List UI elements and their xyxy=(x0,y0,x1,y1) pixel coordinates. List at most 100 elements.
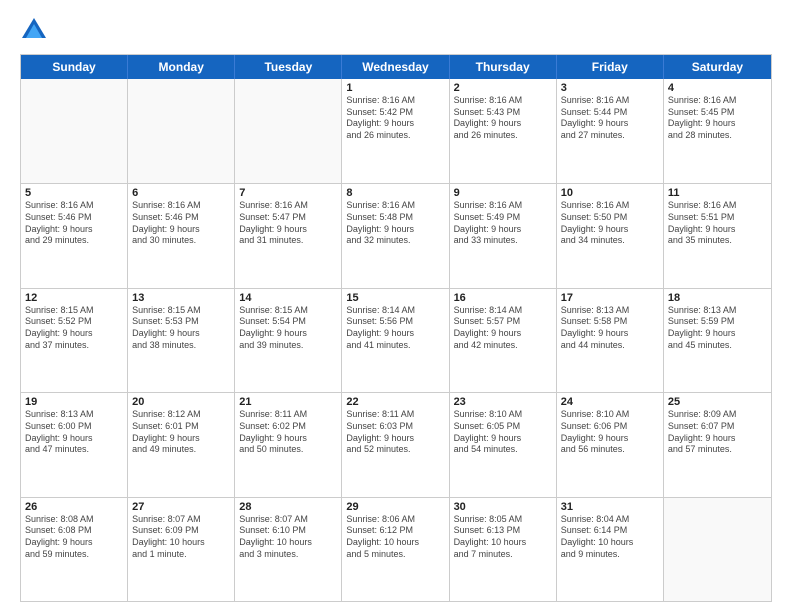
calendar-body: 1Sunrise: 8:16 AM Sunset: 5:42 PM Daylig… xyxy=(21,79,771,601)
calendar-cell xyxy=(21,79,128,183)
calendar-cell xyxy=(235,79,342,183)
cell-info: Sunrise: 8:04 AM Sunset: 6:14 PM Dayligh… xyxy=(561,514,659,561)
day-number: 4 xyxy=(668,82,767,94)
calendar-cell: 13Sunrise: 8:15 AM Sunset: 5:53 PM Dayli… xyxy=(128,289,235,392)
calendar-cell: 24Sunrise: 8:10 AM Sunset: 6:06 PM Dayli… xyxy=(557,393,664,496)
day-number: 12 xyxy=(25,292,123,304)
cell-info: Sunrise: 8:16 AM Sunset: 5:44 PM Dayligh… xyxy=(561,95,659,142)
cell-info: Sunrise: 8:08 AM Sunset: 6:08 PM Dayligh… xyxy=(25,514,123,561)
calendar-cell: 9Sunrise: 8:16 AM Sunset: 5:49 PM Daylig… xyxy=(450,184,557,287)
day-number: 16 xyxy=(454,292,552,304)
day-number: 24 xyxy=(561,396,659,408)
calendar-cell: 7Sunrise: 8:16 AM Sunset: 5:47 PM Daylig… xyxy=(235,184,342,287)
cell-info: Sunrise: 8:16 AM Sunset: 5:49 PM Dayligh… xyxy=(454,200,552,247)
cell-info: Sunrise: 8:16 AM Sunset: 5:46 PM Dayligh… xyxy=(25,200,123,247)
calendar-row: 26Sunrise: 8:08 AM Sunset: 6:08 PM Dayli… xyxy=(21,497,771,601)
day-number: 21 xyxy=(239,396,337,408)
calendar-header: SundayMondayTuesdayWednesdayThursdayFrid… xyxy=(21,55,771,79)
cell-info: Sunrise: 8:16 AM Sunset: 5:50 PM Dayligh… xyxy=(561,200,659,247)
cell-info: Sunrise: 8:16 AM Sunset: 5:46 PM Dayligh… xyxy=(132,200,230,247)
calendar-cell: 30Sunrise: 8:05 AM Sunset: 6:13 PM Dayli… xyxy=(450,498,557,601)
cell-info: Sunrise: 8:13 AM Sunset: 6:00 PM Dayligh… xyxy=(25,409,123,456)
day-number: 29 xyxy=(346,501,444,513)
weekday-header: Sunday xyxy=(21,55,128,79)
cell-info: Sunrise: 8:09 AM Sunset: 6:07 PM Dayligh… xyxy=(668,409,767,456)
calendar-cell: 8Sunrise: 8:16 AM Sunset: 5:48 PM Daylig… xyxy=(342,184,449,287)
calendar-row: 12Sunrise: 8:15 AM Sunset: 5:52 PM Dayli… xyxy=(21,288,771,392)
page: SundayMondayTuesdayWednesdayThursdayFrid… xyxy=(0,0,792,612)
day-number: 11 xyxy=(668,187,767,199)
cell-info: Sunrise: 8:05 AM Sunset: 6:13 PM Dayligh… xyxy=(454,514,552,561)
day-number: 18 xyxy=(668,292,767,304)
calendar-cell: 1Sunrise: 8:16 AM Sunset: 5:42 PM Daylig… xyxy=(342,79,449,183)
day-number: 6 xyxy=(132,187,230,199)
cell-info: Sunrise: 8:11 AM Sunset: 6:02 PM Dayligh… xyxy=(239,409,337,456)
weekday-header: Wednesday xyxy=(342,55,449,79)
cell-info: Sunrise: 8:06 AM Sunset: 6:12 PM Dayligh… xyxy=(346,514,444,561)
cell-info: Sunrise: 8:07 AM Sunset: 6:10 PM Dayligh… xyxy=(239,514,337,561)
calendar-cell: 4Sunrise: 8:16 AM Sunset: 5:45 PM Daylig… xyxy=(664,79,771,183)
calendar-cell: 18Sunrise: 8:13 AM Sunset: 5:59 PM Dayli… xyxy=(664,289,771,392)
cell-info: Sunrise: 8:16 AM Sunset: 5:43 PM Dayligh… xyxy=(454,95,552,142)
calendar-row: 1Sunrise: 8:16 AM Sunset: 5:42 PM Daylig… xyxy=(21,79,771,183)
weekday-header: Monday xyxy=(128,55,235,79)
calendar-cell: 25Sunrise: 8:09 AM Sunset: 6:07 PM Dayli… xyxy=(664,393,771,496)
cell-info: Sunrise: 8:10 AM Sunset: 6:06 PM Dayligh… xyxy=(561,409,659,456)
cell-info: Sunrise: 8:12 AM Sunset: 6:01 PM Dayligh… xyxy=(132,409,230,456)
cell-info: Sunrise: 8:11 AM Sunset: 6:03 PM Dayligh… xyxy=(346,409,444,456)
day-number: 13 xyxy=(132,292,230,304)
cell-info: Sunrise: 8:15 AM Sunset: 5:54 PM Dayligh… xyxy=(239,305,337,352)
calendar-cell: 15Sunrise: 8:14 AM Sunset: 5:56 PM Dayli… xyxy=(342,289,449,392)
day-number: 14 xyxy=(239,292,337,304)
logo xyxy=(20,16,52,44)
calendar-cell: 27Sunrise: 8:07 AM Sunset: 6:09 PM Dayli… xyxy=(128,498,235,601)
day-number: 3 xyxy=(561,82,659,94)
day-number: 26 xyxy=(25,501,123,513)
day-number: 7 xyxy=(239,187,337,199)
calendar-cell: 2Sunrise: 8:16 AM Sunset: 5:43 PM Daylig… xyxy=(450,79,557,183)
calendar-cell: 14Sunrise: 8:15 AM Sunset: 5:54 PM Dayli… xyxy=(235,289,342,392)
cell-info: Sunrise: 8:16 AM Sunset: 5:51 PM Dayligh… xyxy=(668,200,767,247)
calendar-cell: 29Sunrise: 8:06 AM Sunset: 6:12 PM Dayli… xyxy=(342,498,449,601)
cell-info: Sunrise: 8:15 AM Sunset: 5:52 PM Dayligh… xyxy=(25,305,123,352)
day-number: 30 xyxy=(454,501,552,513)
cell-info: Sunrise: 8:16 AM Sunset: 5:42 PM Dayligh… xyxy=(346,95,444,142)
day-number: 1 xyxy=(346,82,444,94)
calendar-cell: 21Sunrise: 8:11 AM Sunset: 6:02 PM Dayli… xyxy=(235,393,342,496)
header xyxy=(20,16,772,44)
day-number: 25 xyxy=(668,396,767,408)
cell-info: Sunrise: 8:16 AM Sunset: 5:48 PM Dayligh… xyxy=(346,200,444,247)
weekday-header: Thursday xyxy=(450,55,557,79)
day-number: 22 xyxy=(346,396,444,408)
day-number: 8 xyxy=(346,187,444,199)
day-number: 15 xyxy=(346,292,444,304)
day-number: 2 xyxy=(454,82,552,94)
calendar-row: 5Sunrise: 8:16 AM Sunset: 5:46 PM Daylig… xyxy=(21,183,771,287)
cell-info: Sunrise: 8:07 AM Sunset: 6:09 PM Dayligh… xyxy=(132,514,230,561)
calendar-cell: 11Sunrise: 8:16 AM Sunset: 5:51 PM Dayli… xyxy=(664,184,771,287)
day-number: 17 xyxy=(561,292,659,304)
day-number: 19 xyxy=(25,396,123,408)
day-number: 9 xyxy=(454,187,552,199)
calendar-cell: 26Sunrise: 8:08 AM Sunset: 6:08 PM Dayli… xyxy=(21,498,128,601)
logo-icon xyxy=(20,16,48,44)
cell-info: Sunrise: 8:16 AM Sunset: 5:47 PM Dayligh… xyxy=(239,200,337,247)
calendar-cell: 10Sunrise: 8:16 AM Sunset: 5:50 PM Dayli… xyxy=(557,184,664,287)
calendar-cell: 6Sunrise: 8:16 AM Sunset: 5:46 PM Daylig… xyxy=(128,184,235,287)
cell-info: Sunrise: 8:16 AM Sunset: 5:45 PM Dayligh… xyxy=(668,95,767,142)
calendar-cell: 5Sunrise: 8:16 AM Sunset: 5:46 PM Daylig… xyxy=(21,184,128,287)
calendar-cell: 19Sunrise: 8:13 AM Sunset: 6:00 PM Dayli… xyxy=(21,393,128,496)
calendar-cell: 23Sunrise: 8:10 AM Sunset: 6:05 PM Dayli… xyxy=(450,393,557,496)
day-number: 27 xyxy=(132,501,230,513)
calendar-cell: 22Sunrise: 8:11 AM Sunset: 6:03 PM Dayli… xyxy=(342,393,449,496)
calendar-cell: 31Sunrise: 8:04 AM Sunset: 6:14 PM Dayli… xyxy=(557,498,664,601)
day-number: 10 xyxy=(561,187,659,199)
calendar-cell xyxy=(664,498,771,601)
day-number: 28 xyxy=(239,501,337,513)
calendar-cell: 16Sunrise: 8:14 AM Sunset: 5:57 PM Dayli… xyxy=(450,289,557,392)
day-number: 23 xyxy=(454,396,552,408)
day-number: 20 xyxy=(132,396,230,408)
weekday-header: Saturday xyxy=(664,55,771,79)
calendar-cell: 17Sunrise: 8:13 AM Sunset: 5:58 PM Dayli… xyxy=(557,289,664,392)
calendar-cell: 3Sunrise: 8:16 AM Sunset: 5:44 PM Daylig… xyxy=(557,79,664,183)
